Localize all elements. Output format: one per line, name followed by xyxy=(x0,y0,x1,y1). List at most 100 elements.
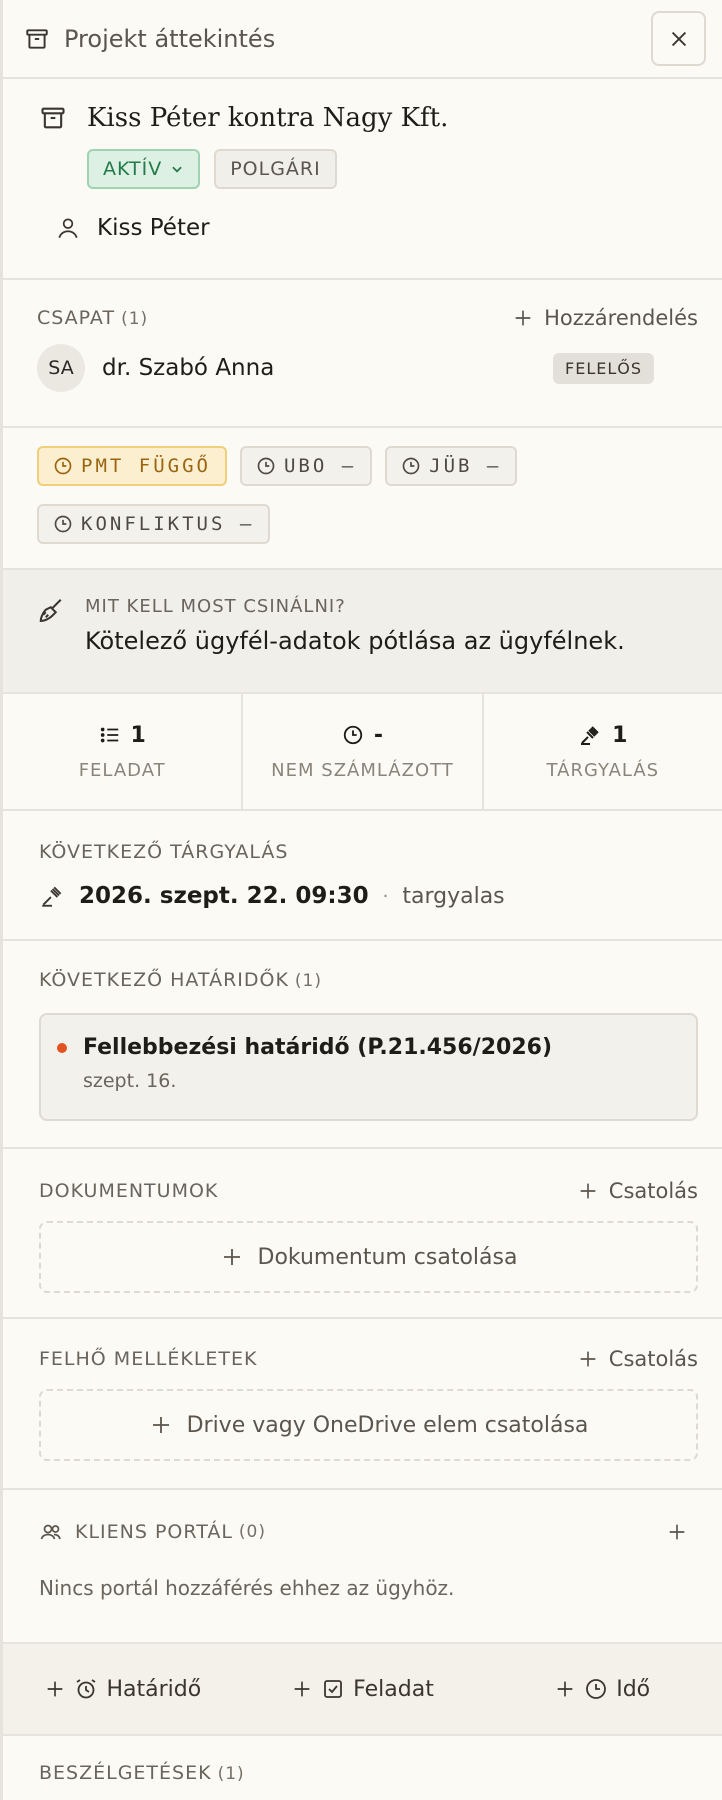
deadlines-label: KÖVETKEZŐ HATÁRIDŐK xyxy=(39,969,289,991)
chevron-down-icon xyxy=(170,162,184,176)
conversations-label: BESZÉLGETÉSEK xyxy=(39,1762,212,1784)
chip-pmt[interactable]: PMT FÜGGŐ xyxy=(37,446,227,486)
deadline-date: szept. 16. xyxy=(83,1070,177,1092)
clock-icon xyxy=(401,456,429,476)
clock-icon xyxy=(53,514,81,534)
quick-action-label: Idő xyxy=(616,1676,651,1702)
users-icon xyxy=(39,1520,75,1544)
broom-icon xyxy=(37,596,67,692)
close-icon xyxy=(668,28,690,50)
user-icon xyxy=(55,215,81,241)
portal-count: (0) xyxy=(238,1522,267,1542)
chip-label: PMT FÜGGŐ xyxy=(81,455,211,477)
deadlines-section: KÖVETKEZŐ HATÁRIDŐK (1) Fellebbezési hatá… xyxy=(3,941,722,1149)
stat-unbilled[interactable]: - NEM SZÁMLÁZOTT xyxy=(243,694,484,809)
client-name[interactable]: Kiss Péter xyxy=(97,215,210,241)
plus-icon xyxy=(666,1521,688,1543)
gavel-icon xyxy=(578,723,612,747)
team-label: CSAPAT xyxy=(37,307,116,329)
portal-empty-text: Nincs portál hozzáférés ehhez az ügyhöz. xyxy=(39,1576,455,1600)
plus-icon xyxy=(149,1413,187,1437)
chip-ubo[interactable]: UBO – xyxy=(239,446,373,486)
compliance-chips: PMT FÜGGŐ UBO – JÜB – KONFLIKTUS – xyxy=(3,428,722,570)
project-info: Kiss Péter kontra Nagy Kft. AKTÍV POLGÁR… xyxy=(3,79,722,280)
conversations-count: (1) xyxy=(217,1764,245,1784)
checkbox-icon xyxy=(321,1677,353,1701)
clock-icon xyxy=(256,456,284,476)
stat-value: 1 xyxy=(130,722,146,748)
add-task-button[interactable]: Feladat xyxy=(243,1677,483,1702)
panel-header: Projekt áttekintés xyxy=(3,0,722,79)
next-action-text: Kötelező ügyfél-adatok pótlása az ügyfél… xyxy=(85,627,625,655)
conversations-section: BESZÉLGETÉSEK (1) xyxy=(3,1736,722,1784)
panel-title: Projekt áttekintés xyxy=(64,24,276,53)
chip-konfliktus[interactable]: KONFLIKTUS – xyxy=(37,504,271,544)
clock-icon xyxy=(342,724,374,746)
next-hearing-section: KÖVETKEZŐ TÁRGYALÁS 2026. szept. 22. 09:… xyxy=(3,811,722,941)
chip-label: KONFLIKTUS – xyxy=(81,513,255,535)
dropzone-label: Drive vagy OneDrive elem csatolása xyxy=(186,1412,589,1438)
list-icon xyxy=(99,724,131,746)
quick-action-label: Határidő xyxy=(106,1676,202,1702)
dropzone-label: Dokumentum csatolása xyxy=(257,1244,518,1270)
stat-label: FELADAT xyxy=(78,759,166,781)
document-dropzone[interactable]: Dokumentum csatolása xyxy=(39,1221,698,1293)
role-badge: FELELŐS xyxy=(553,352,654,384)
conversations-heading[interactable]: BESZÉLGETÉSEK (1) xyxy=(39,1762,698,1784)
plus-icon xyxy=(577,1348,609,1370)
plus-icon xyxy=(220,1245,258,1269)
team-member[interactable]: SA dr. Szabó Anna FELELŐS xyxy=(37,344,698,392)
status-label: AKTÍV xyxy=(103,158,163,180)
clock-icon xyxy=(53,456,81,476)
chip-jub[interactable]: JÜB – xyxy=(385,446,518,486)
team-section: CSAPAT (1) Hozzárendelés SA dr. Szabó Ann… xyxy=(3,280,722,428)
cloud-dropzone[interactable]: Drive vagy OneDrive elem csatolása xyxy=(39,1389,698,1461)
project-overview-panel: Projekt áttekintés Kiss Péter kontra Nag… xyxy=(0,0,722,1800)
status-dropdown[interactable]: AKTÍV xyxy=(87,149,201,189)
stat-label: NEM SZÁMLÁZOTT xyxy=(271,759,454,781)
documents-label: DOKUMENTUMOK xyxy=(39,1180,219,1202)
assign-button[interactable]: Hozzárendelés xyxy=(512,306,698,330)
portal-label: KLIENS PORTÁL xyxy=(75,1521,233,1543)
team-heading: CSAPAT (1) xyxy=(37,307,148,329)
add-deadline-button[interactable]: Határidő xyxy=(3,1677,243,1702)
add-portal-access-button[interactable] xyxy=(666,1521,688,1543)
project-title: Kiss Péter kontra Nagy Kft. xyxy=(87,103,449,133)
gavel-icon xyxy=(39,883,65,909)
stat-tasks[interactable]: 1 FELADAT xyxy=(3,694,244,809)
stat-value: 1 xyxy=(612,722,628,748)
next-hearing-label: KÖVETKEZŐ TÁRGYALÁS xyxy=(39,841,289,863)
next-action-label: MIT KELL MOST CSINÁLNI? xyxy=(85,596,346,617)
urgent-dot xyxy=(57,1042,67,1053)
stat-label: TÁRGYALÁS xyxy=(546,759,660,781)
hearing-type: targyalas xyxy=(402,883,505,909)
cloud-attach-button[interactable]: Csatolás xyxy=(577,1347,698,1371)
client-portal-section: KLIENS PORTÁL (0) Nincs portál hozzáférés… xyxy=(3,1490,722,1644)
documents-attach-button[interactable]: Csatolás xyxy=(577,1179,698,1203)
cloud-label: FELHŐ MELLÉKLETEK xyxy=(39,1348,258,1370)
deadline-title: Fellebbezési határidő (P.21.456/2026) xyxy=(83,1035,552,1060)
case-type-badge: POLGÁRI xyxy=(214,149,337,189)
chip-label: JÜB – xyxy=(429,455,502,477)
member-name: dr. Szabó Anna xyxy=(102,355,275,381)
plus-icon xyxy=(291,1678,321,1700)
quick-action-label: Feladat xyxy=(353,1676,434,1702)
avatar: SA xyxy=(37,344,85,392)
next-action-section: MIT KELL MOST CSINÁLNI? Kötelező ügyfél-… xyxy=(3,570,722,694)
cloud-attachments-section: FELHŐ MELLÉKLETEK Csatolás Drive vagy On… xyxy=(3,1319,722,1490)
archive-icon xyxy=(39,104,67,132)
hearing-item[interactable]: 2026. szept. 22. 09:30 · targyalas xyxy=(39,883,702,909)
hearing-date: 2026. szept. 22. 09:30 xyxy=(79,883,369,909)
assign-label: Hozzárendelés xyxy=(544,306,698,330)
deadlines-heading: KÖVETKEZŐ HATÁRIDŐK (1) xyxy=(39,969,698,991)
separator: · xyxy=(382,885,389,907)
archive-icon xyxy=(24,26,50,52)
plus-icon xyxy=(44,1678,74,1700)
team-count: (1) xyxy=(121,309,149,329)
close-button[interactable] xyxy=(651,11,706,66)
clock-icon xyxy=(584,1677,616,1701)
add-time-button[interactable]: Idő xyxy=(482,1677,722,1702)
plus-icon xyxy=(554,1678,584,1700)
deadline-card[interactable]: Fellebbezési határidő (P.21.456/2026) sz… xyxy=(39,1013,698,1121)
stat-hearings[interactable]: 1 TÁRGYALÁS xyxy=(484,694,722,809)
